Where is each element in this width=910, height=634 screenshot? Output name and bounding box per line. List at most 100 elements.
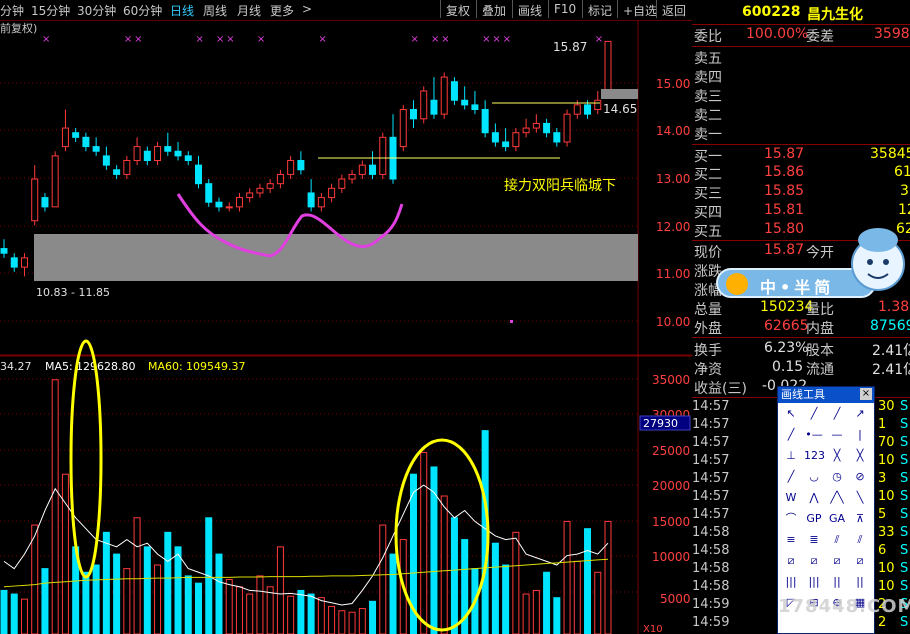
draw-tool-button[interactable]: 123 xyxy=(804,448,825,464)
volume-circle-left xyxy=(69,339,103,579)
draw-tool-button[interactable]: ↖ xyxy=(781,406,801,422)
chevron-right-icon[interactable]: > xyxy=(302,2,312,16)
draw-tool-button[interactable]: || xyxy=(827,574,847,590)
candle-body xyxy=(420,90,428,120)
draw-tool-button[interactable]: ╱ xyxy=(804,406,824,422)
volume-bar xyxy=(41,568,49,634)
volume-bar xyxy=(317,597,325,634)
candle-body xyxy=(72,132,80,138)
ma60-value: 109549.37 xyxy=(186,360,246,373)
back-button[interactable]: 返回 xyxy=(656,0,691,18)
draw-tool-button[interactable]: •— xyxy=(804,427,824,443)
stock-code[interactable]: 600228 xyxy=(742,4,800,20)
tick-side: S xyxy=(900,399,909,414)
draw-tool-button[interactable]: ||| xyxy=(781,574,801,590)
draw-tool-button[interactable]: GA xyxy=(827,511,847,527)
tick-time: 14:57 xyxy=(692,471,730,486)
draw-tool-button[interactable]: ⧄ xyxy=(781,553,801,569)
candle-body xyxy=(61,127,69,148)
draw-tool-button[interactable]: ⫽ xyxy=(850,532,870,548)
volume-bar xyxy=(20,598,28,634)
candle-body xyxy=(133,146,141,162)
draw-tool-button[interactable]: || xyxy=(850,574,870,590)
xianjia-row: 现价 15.87 今开 xyxy=(694,242,834,261)
candle-body xyxy=(215,201,223,208)
draw-tool-button[interactable]: ⧄ xyxy=(827,553,847,569)
draw-tool-button[interactable]: ╳ xyxy=(850,448,870,464)
ad-bubble[interactable]: 中•半简 xyxy=(716,228,906,304)
volume-bar xyxy=(61,473,69,634)
draw-tool-button[interactable]: ⧄ xyxy=(804,553,824,569)
close-icon[interactable]: × xyxy=(860,388,872,400)
draw-tool-button[interactable]: ↗ xyxy=(850,406,870,422)
draw-tool-button[interactable]: | xyxy=(850,427,870,443)
vol-value: 34.27 xyxy=(0,360,32,373)
draw-tool-button[interactable]: ≡ xyxy=(781,532,801,548)
tick-side: S xyxy=(900,471,909,486)
ma5-label: MA5: xyxy=(45,360,73,373)
draw-tool-button[interactable]: ⊥ xyxy=(781,448,801,464)
marker-dot xyxy=(510,320,513,323)
period-daily[interactable]: 日线 xyxy=(170,2,194,19)
draw-tool-button[interactable]: ⋀ xyxy=(804,490,824,506)
draw-tools-title[interactable]: 画线工具 × xyxy=(778,387,874,403)
tick-vol: 10 xyxy=(878,453,895,468)
vol-tick: 35000 xyxy=(652,373,690,387)
draw-tool-button[interactable]: GP xyxy=(804,511,824,527)
tick-side: S xyxy=(900,543,909,558)
volume-bar xyxy=(512,531,520,634)
draw-tool-button[interactable]: ╳ xyxy=(827,448,847,464)
tick-side: S xyxy=(900,615,909,630)
candle-body xyxy=(20,257,28,268)
adjust-button[interactable]: 复权 xyxy=(440,0,475,18)
draw-tool-button[interactable]: ⊼ xyxy=(850,511,870,527)
tick-vol: 70 xyxy=(878,435,895,450)
candle-body xyxy=(10,257,18,268)
vol-tick: 25000 xyxy=(652,444,690,458)
mark-button[interactable]: 标记 xyxy=(582,0,617,18)
draw-tool-button[interactable]: ⫽ xyxy=(827,532,847,548)
draw-tool-button[interactable]: ╱╲ xyxy=(827,490,847,506)
draw-tool-button[interactable]: ╲ xyxy=(850,490,870,506)
marker-x: × xyxy=(482,34,490,45)
volume-bar xyxy=(102,531,110,634)
candle-body xyxy=(246,192,254,199)
period-monthly[interactable]: 月线 xyxy=(237,2,261,19)
stock-name[interactable]: 昌九生化 xyxy=(807,4,863,24)
marker-x: × xyxy=(503,34,511,45)
period-1min[interactable]: 分钟 xyxy=(0,2,24,19)
period-60min[interactable]: 60分钟 xyxy=(123,2,162,19)
period-more[interactable]: 更多 xyxy=(270,2,294,19)
period-15min[interactable]: 15分钟 xyxy=(31,2,70,19)
period-weekly[interactable]: 周线 xyxy=(203,2,227,19)
draw-tool-button[interactable]: ╱ xyxy=(781,469,801,485)
overlay-button[interactable]: 叠加 xyxy=(476,0,511,18)
draw-tool-button[interactable]: ⧄ xyxy=(850,553,870,569)
draw-tool-button[interactable]: ||| xyxy=(804,574,824,590)
bid4-row: 买四15.8112 xyxy=(694,202,910,221)
draw-tool-button[interactable]: ⌒ xyxy=(781,511,801,527)
price-tick: 14.00 xyxy=(656,124,690,138)
draw-tool-button[interactable]: W xyxy=(781,490,801,506)
tick-time: 14:58 xyxy=(692,525,730,540)
tick-vol: 10 xyxy=(878,489,895,504)
candle-body xyxy=(235,197,243,208)
draw-tool-button[interactable]: ≣ xyxy=(804,532,824,548)
volume-bar xyxy=(563,520,571,634)
draw-button[interactable]: 画线 xyxy=(512,0,547,18)
weicha-value: 35984 xyxy=(874,26,910,42)
draw-tool-button[interactable]: — xyxy=(827,427,847,443)
huanshou-value: 6.23% xyxy=(764,340,809,356)
draw-tool-button[interactable]: ◡ xyxy=(804,469,824,485)
f10-button[interactable]: F10 xyxy=(548,0,581,18)
kline-chart[interactable]: × × × × × × × × × × × × × × × 接力双阳兵临城下 前复权) 15.87 14.6… xyxy=(0,20,692,634)
tick-side: S xyxy=(900,453,909,468)
divider xyxy=(692,144,910,145)
marker-x: × xyxy=(441,34,449,45)
draw-tool-button[interactable]: ◷ xyxy=(827,469,847,485)
draw-tool-button[interactable]: ⊘ xyxy=(850,469,870,485)
draw-tool-button[interactable]: ╱ xyxy=(827,406,847,422)
draw-tool-button[interactable]: ╱ xyxy=(781,427,801,443)
price-tick: 12.00 xyxy=(656,220,690,234)
period-30min[interactable]: 30分钟 xyxy=(77,2,116,19)
